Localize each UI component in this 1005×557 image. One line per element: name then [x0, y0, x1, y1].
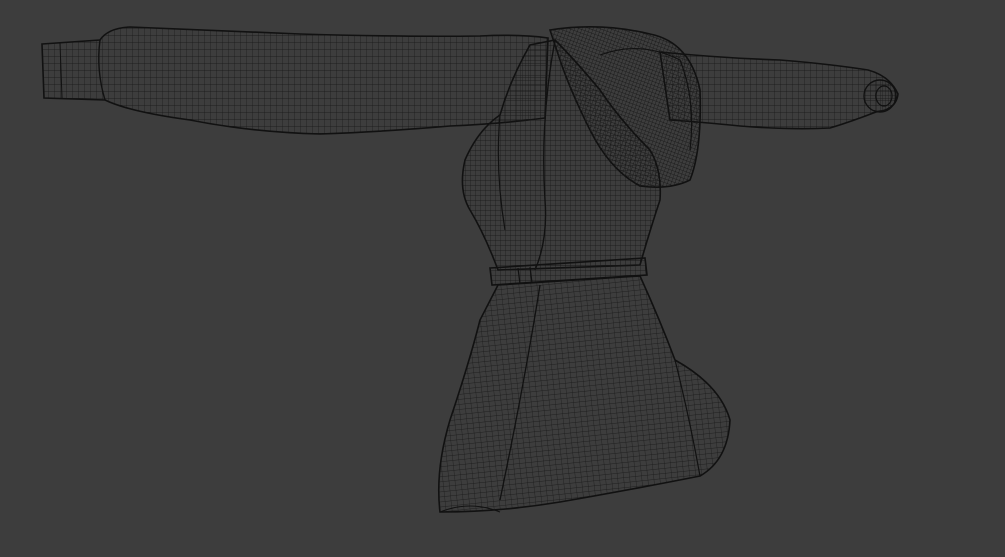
wireframe-scene[interactable] [0, 0, 1005, 557]
3d-viewport[interactable] [0, 0, 1005, 557]
left-sleeve-mesh [41, 26, 549, 135]
skirt-mesh [437, 275, 731, 513]
